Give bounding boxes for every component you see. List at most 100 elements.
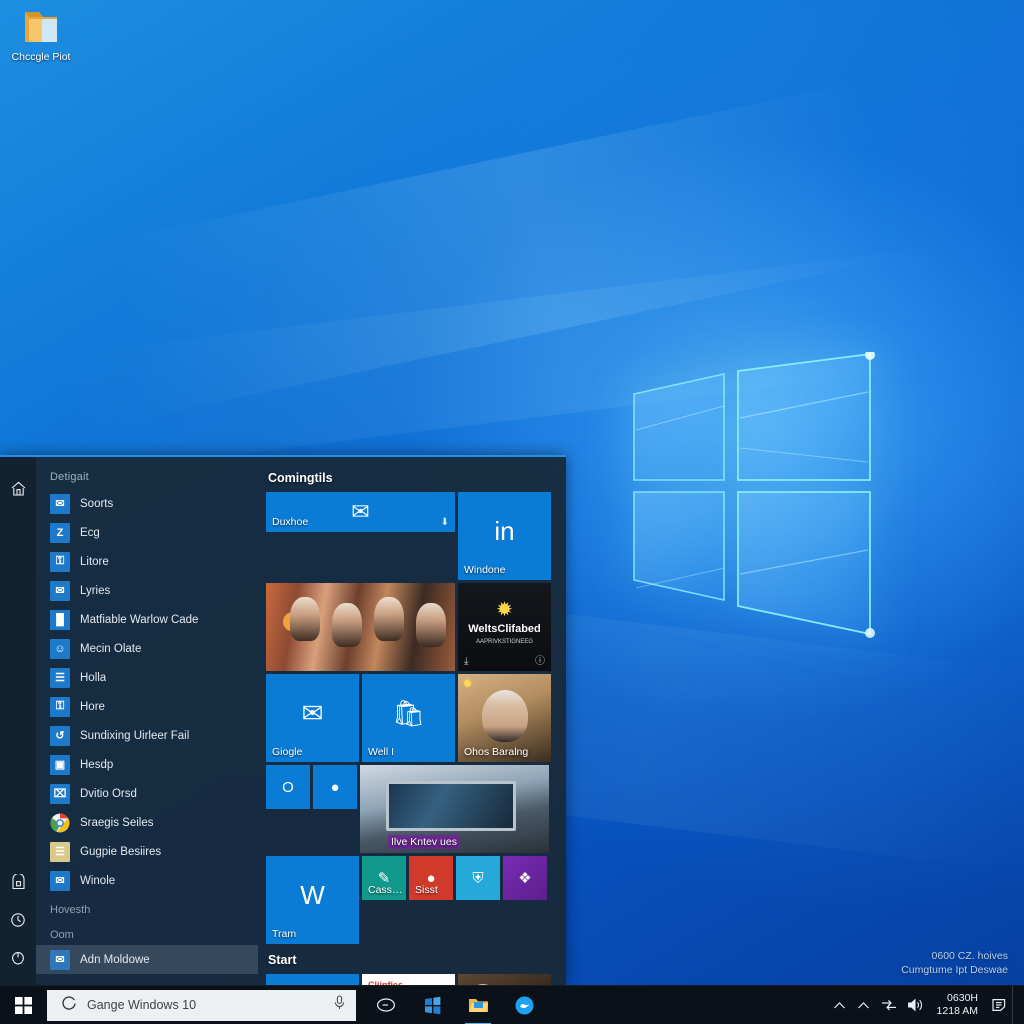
app-list-item[interactable]: ☺ Mecin Olate <box>36 634 258 663</box>
windows-logo <box>633 352 875 638</box>
microphone-icon[interactable] <box>333 995 346 1015</box>
mail-tile[interactable]: ✉ Duxhoe ⬇ <box>266 492 455 532</box>
desktop-icon-folder[interactable]: Chccgle Piot <box>4 6 78 63</box>
taskbar[interactable]: Gange Windows 10 0630H 1218 AM <box>0 985 1024 1024</box>
app-list-item-label: Sraegis Seiles <box>80 816 154 829</box>
tile-label: Cass Ipo <box>368 884 405 896</box>
edge-icon[interactable] <box>504 986 544 1024</box>
opera-tile[interactable]: ● Sisst <box>409 856 453 900</box>
tile-glyph-icon: O <box>282 778 294 796</box>
app-list-item-label: Dvitio Orsd <box>80 787 137 800</box>
app-list-group-header: Detigait <box>50 471 89 483</box>
app-list-item-label: Litore <box>80 555 109 568</box>
settings-icon[interactable] <box>0 901 36 939</box>
app-icon: ✉ <box>50 870 70 891</box>
app-list-item[interactable]: ⚿ Hore <box>36 692 258 721</box>
app-list-item[interactable]: ✉ Lyries <box>36 576 258 605</box>
network-icon[interactable] <box>877 986 901 1024</box>
file-explorer-icon[interactable] <box>458 986 498 1024</box>
app-tile-icon: ✉ <box>50 493 70 514</box>
search-input[interactable]: Gange Windows 10 <box>47 989 356 1021</box>
tile-grid-group-2: ✉FanluaCliinfiesA CliarrtTiprtan Gihuall… <box>266 974 558 985</box>
store-icon[interactable] <box>412 986 452 1024</box>
volume-icon[interactable] <box>903 986 927 1024</box>
app-list-item[interactable]: ☰ Holla <box>36 663 258 692</box>
store-tile[interactable]: 🛍 Well I <box>362 674 455 762</box>
ad-tile[interactable]: AAPRIVKSTIGNEEG ✹ WeltsClifabed ⤓ ⓘ <box>458 583 551 671</box>
tile-group-title: Start <box>268 953 297 967</box>
portrait-tile[interactable]: Ohos Baralng ✹ <box>458 674 551 762</box>
people-tile[interactable] <box>266 583 455 671</box>
app-list-item[interactable]: ⌧ Dvitio Orsd <box>36 779 258 808</box>
word-tile[interactable]: W Tram <box>266 856 359 944</box>
app-list-item-label: Ecg <box>80 526 100 539</box>
tile-label: Windone <box>464 564 506 576</box>
key-icon: ⚿ <box>50 551 70 572</box>
app-list-item[interactable]: ⚿ Litore <box>36 547 258 576</box>
sparkle-icon: ✹ <box>496 599 513 621</box>
zoom-icon: Z <box>50 522 70 543</box>
onedrive-chevron-icon[interactable] <box>853 986 875 1024</box>
app-list-item[interactable]: █ Matfiable Warlow Cade <box>36 605 258 634</box>
app-list-item-label: Hesdp <box>80 758 114 771</box>
app-list-item-label: Matfiable Warlow Cade <box>80 613 199 626</box>
news-tile[interactable]: Ilve Kntev ues <box>360 765 549 853</box>
camera-icon: ▣ <box>50 754 70 775</box>
app-list-item[interactable]: ✉ Winole <box>36 866 258 895</box>
contact-icon: ☺ <box>50 638 70 659</box>
shield-tile[interactable]: ⛨ <box>456 856 500 900</box>
watermark-line-2: Cumgtume Ipt Deswae <box>901 964 1008 976</box>
tile-label: Ilve Kntev ues <box>388 835 460 849</box>
app-list-item-label: Sundixing Uirleer Fail <box>80 729 190 742</box>
power-icon[interactable] <box>0 939 36 977</box>
notes-icon: ☰ <box>50 841 70 862</box>
app-list-item-label: Hore <box>80 700 105 713</box>
start-button[interactable] <box>0 986 47 1024</box>
outlook-tile[interactable]: O <box>266 765 310 809</box>
tile-glyph-icon: ⛨ <box>472 869 484 887</box>
lock-icon: ⚿ <box>50 696 70 717</box>
person-photo <box>332 603 362 647</box>
tile-label: Well I <box>368 746 395 758</box>
app-list-item[interactable]: ▣ Hesdp <box>36 750 258 779</box>
start-menu[interactable]: Detigait ✉ Soorts Z Ecg ⚿ Litore ✉ Lyries █ Matfi… <box>0 455 566 985</box>
show-desktop-button[interactable] <box>1012 985 1020 1024</box>
action-center-icon[interactable] <box>988 986 1010 1024</box>
refresh-icon: ↺ <box>50 725 70 746</box>
app-list-item[interactable]: ☰ Gugpie Besiires <box>36 837 258 866</box>
app-list-item[interactable]: ✉ Soorts <box>36 489 258 518</box>
download-icon[interactable]: ⤓ <box>464 656 468 667</box>
hamburger-home-icon[interactable] <box>0 469 36 507</box>
mail2-tile[interactable]: ✉Fanlua <box>266 974 359 985</box>
show-hidden-icons-chevron[interactable] <box>829 986 851 1024</box>
folder-icon <box>19 6 63 48</box>
paint-tile[interactable]: ✎Cass Ipo <box>362 856 406 900</box>
clock-date: 0630H <box>947 992 978 1004</box>
google-tile[interactable]: ✉ Giogle <box>266 674 359 762</box>
search-input-value[interactable]: Gange Windows 10 <box>87 998 323 1012</box>
app-list-item-label: Winole <box>80 874 116 887</box>
info-icon[interactable]: ⓘ <box>535 652 545 667</box>
watermark-line-1: 0600 CZ. hoives <box>931 950 1008 962</box>
tile-label: Ohos Baralng <box>464 746 529 758</box>
start-menu-app-list[interactable]: Detigait ✉ Soorts Z Ecg ⚿ Litore ✉ Lyries █ Matfi… <box>36 457 258 985</box>
app-list-item[interactable]: ↺ Sundixing Uirleer Fail <box>36 721 258 750</box>
tile-glyph-icon: ❖ <box>518 870 532 887</box>
clock[interactable]: 0630H 1218 AM <box>929 986 986 1024</box>
app-icon: ✉ <box>50 949 70 970</box>
app-list-selected-item[interactable]: ✉ Adn Moldowe <box>36 945 258 974</box>
taskbar-pinned-apps <box>366 986 544 1024</box>
linkedin-tile[interactable]: in Windone <box>458 492 551 580</box>
chrome-tile[interactable]: CliinfiesA Cliarrt <box>362 974 455 985</box>
photos-tile[interactable]: ❖ <box>503 856 547 900</box>
start-menu-tiles[interactable]: Comingtils ✉ Duxhoe ⬇ in Windone AAPRIVKSTIGN… <box>258 457 566 985</box>
person-photo <box>290 597 320 641</box>
task-view-icon[interactable] <box>366 986 406 1024</box>
app-list-item[interactable]: Z Ecg <box>36 518 258 547</box>
tile-badge-icon: ⬇ <box>440 517 449 528</box>
app-list-item[interactable]: Sraegis Seiles <box>36 808 258 837</box>
desktop-wallpaper[interactable]: Chccgle Piot 0600 CZ. hoives Cumgtume Ip… <box>0 0 1024 1024</box>
browser-tile[interactable]: ● <box>313 765 357 809</box>
video-tile[interactable]: Tiprtan Gihuall Cavt Piaoc <box>458 974 551 985</box>
documents-icon[interactable] <box>0 863 36 901</box>
